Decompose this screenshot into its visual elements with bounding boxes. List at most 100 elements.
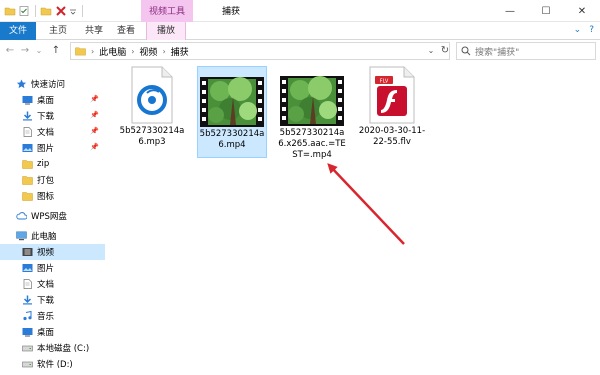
file-list-area: 5b527330214a6.mp3 5b527330214a6.mp4 5b52… <box>105 62 600 375</box>
ribbon-tabs: 文件 主页 共享 查看 播放 ⌄ ? <box>0 22 600 40</box>
video-tools-label: 视频工具 <box>148 7 185 17</box>
back-arrow-icon[interactable]: ← <box>4 43 16 59</box>
sidebar-item-label: 文档 <box>37 128 55 138</box>
sidebar-item-label: 图标 <box>37 192 55 202</box>
sidebar-item[interactable]: zip <box>0 156 105 172</box>
pictures-icon <box>22 263 33 273</box>
sidebar-item[interactable]: 文档 📌 <box>0 124 105 140</box>
file-item[interactable]: FLV 2020-03-30-11-22-55.flv <box>357 66 427 166</box>
delete-icon[interactable] <box>55 5 67 17</box>
sidebar-item-label: 下载 <box>37 112 55 122</box>
video-icon <box>22 247 33 257</box>
sidebar-item[interactable]: 下载 📌 <box>0 108 105 124</box>
help-icon[interactable]: ? <box>589 25 594 35</box>
file-item[interactable]: 5b527330214a6.mp3 <box>117 66 187 156</box>
video-thumbnail-icon <box>200 77 264 127</box>
sidebar-item[interactable]: 视频 <box>0 244 105 260</box>
music-icon <box>22 310 33 321</box>
sidebar-item[interactable]: 此电脑 <box>0 228 105 244</box>
video-thumbnail-icon <box>280 76 344 126</box>
address-bar[interactable]: › 此电脑 › 视频 › 捕获 <box>70 42 450 60</box>
sidebar-item-label: 文档 <box>37 280 55 290</box>
address-row: ← → ⌄ ↑ › 此电脑 › 视频 › 捕获 ⌄ ↻ 搜索"捕获" <box>0 40 600 62</box>
sidebar-item-label: 下载 <box>37 296 55 306</box>
file-item[interactable]: 5b527330214a6.mp4 <box>197 66 267 158</box>
sidebar-item[interactable]: 图标 <box>0 188 105 204</box>
sidebar-item[interactable]: 桌面 <box>0 324 105 340</box>
close-button[interactable]: ✕ <box>564 0 600 22</box>
file-name: 5b527330214a6.x265.aac.=TEST=.mp4 <box>278 128 346 160</box>
sidebar-item-label: WPS网盘 <box>31 212 67 222</box>
sidebar-item-label: 桌面 <box>37 328 55 338</box>
minimize-icon: — <box>505 5 515 17</box>
pin-icon: 📌 <box>90 111 99 119</box>
recent-locations-chevron-icon[interactable]: ⌄ <box>34 43 44 59</box>
window-title: 捕获 <box>222 7 241 17</box>
search-placeholder: 搜索"捕获" <box>475 47 520 58</box>
sidebar-item-label: 此电脑 <box>31 232 57 242</box>
ribbon-right-controls: ⌄ ? <box>574 25 594 35</box>
folder-icon[interactable] <box>4 5 16 17</box>
desktop-icon <box>22 95 33 105</box>
tab-view[interactable]: 查看 <box>112 22 140 40</box>
expand-ribbon-icon[interactable]: ⌄ <box>574 25 582 35</box>
customize-toolbar-icon[interactable] <box>69 5 77 17</box>
sidebar-item[interactable]: 打包 <box>0 172 105 188</box>
title-bar: 视频工具 捕获 — ☐ ✕ <box>0 0 600 22</box>
sidebar-item[interactable]: 桌面 📌 <box>0 92 105 108</box>
navigation-pane: 快速访问 桌面 📌 下载 📌 文档 📌 图片 📌 zip 打包 图标 WPS网盘 此电脑 视频 图片 文档 下载音… <box>0 62 105 375</box>
sidebar-item-label: 图片 <box>37 144 55 154</box>
pin-icon: 📌 <box>90 143 99 151</box>
sidebar-item-label: zip <box>37 159 50 169</box>
sidebar-item[interactable]: 图片 📌 <box>0 140 105 156</box>
sidebar-item[interactable]: 图片 <box>0 260 105 276</box>
up-arrow-icon[interactable]: ↑ <box>49 43 63 59</box>
sidebar-item[interactable]: 音乐 <box>0 308 105 324</box>
maximize-button[interactable]: ☐ <box>528 0 564 22</box>
close-icon: ✕ <box>577 5 587 17</box>
address-dropdown-chevron-icon[interactable]: ⌄ <box>426 43 436 59</box>
file-name: 5b527330214a6.mp3 <box>119 126 185 147</box>
sidebar-item-label: 本地磁盘 (C:) <box>37 344 90 354</box>
breadcrumb-separator-icon: › <box>91 46 95 56</box>
sidebar-item-label: 视频 <box>37 248 55 258</box>
drive-icon <box>22 343 33 353</box>
toolbar-separator <box>82 5 83 17</box>
tab-play[interactable]: 播放 <box>146 22 186 40</box>
pin-icon: 📌 <box>90 95 99 103</box>
audio-file-icon <box>131 66 173 124</box>
desktop-icon <box>22 327 33 337</box>
breadcrumb-videos[interactable]: 视频 <box>139 45 157 58</box>
file-item[interactable]: 5b527330214a6.x265.aac.=TEST=.mp4 <box>277 66 347 170</box>
sidebar-item[interactable]: 文档 <box>0 276 105 292</box>
sidebar-item[interactable]: WPS网盘 <box>0 208 105 224</box>
sidebar-item-label: 打包 <box>37 176 55 186</box>
document-icon <box>22 127 33 137</box>
breadcrumb-separator-icon: › <box>162 46 166 56</box>
forward-arrow-icon[interactable]: → <box>19 43 31 59</box>
minimize-button[interactable]: — <box>492 0 528 22</box>
sidebar-item-label: 图片 <box>37 264 55 274</box>
sidebar-item-label: 桌面 <box>37 96 55 106</box>
sidebar-item-label: 快速访问 <box>31 80 66 90</box>
breadcrumb-this-pc[interactable]: 此电脑 <box>99 45 126 58</box>
breadcrumb-capture[interactable]: 捕获 <box>171 45 189 58</box>
checkmark-properties-icon[interactable] <box>18 5 30 17</box>
drive-icon <box>22 359 33 369</box>
sidebar-item[interactable]: 本地磁盘 (C:) <box>0 340 105 356</box>
tab-home[interactable]: 主页 <box>40 22 76 40</box>
sidebar-item[interactable]: 软件 (D:) <box>0 356 105 372</box>
refresh-icon[interactable]: ↻ <box>439 43 451 59</box>
tab-share[interactable]: 共享 <box>76 22 112 40</box>
maximize-icon: ☐ <box>541 5 551 17</box>
flash-video-icon: FLV <box>369 66 415 124</box>
tab-file[interactable]: 文件 <box>0 22 36 40</box>
folder-icon <box>75 47 86 56</box>
folder-icon <box>22 191 33 201</box>
sidebar-item-label: 音乐 <box>37 312 55 322</box>
new-folder-icon[interactable] <box>40 5 52 17</box>
sidebar-item[interactable]: 下载 <box>0 292 105 308</box>
download-icon <box>22 111 33 121</box>
sidebar-item[interactable]: 快速访问 <box>0 76 105 92</box>
search-input[interactable]: 搜索"捕获" <box>456 42 596 60</box>
